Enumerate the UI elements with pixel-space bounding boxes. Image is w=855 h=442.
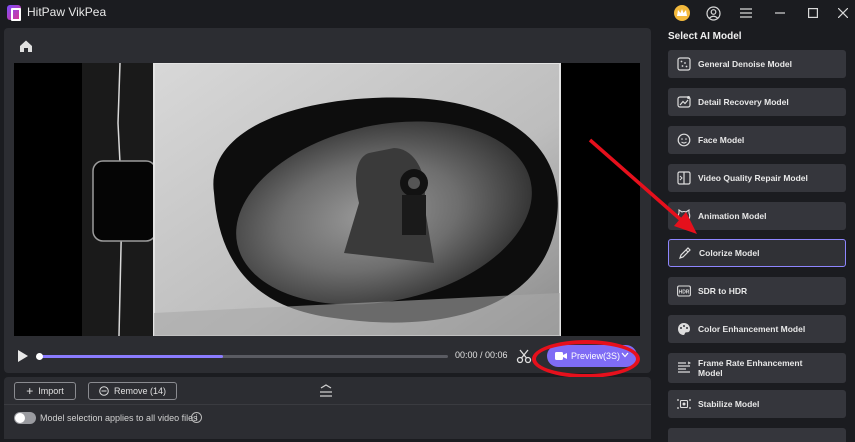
model-detail-recovery[interactable]: Detail Recovery Model: [668, 88, 846, 116]
model-frame-rate-enhancement[interactable]: Frame Rate Enhancement Model: [668, 353, 846, 383]
model-label: Detail Recovery Model: [698, 97, 789, 107]
app-logo-icon: [7, 5, 21, 21]
model-label: Frame Rate Enhancement Model: [698, 358, 803, 378]
preview-panel: 00:00 / 00:06 Preview(3S): [4, 28, 651, 373]
model-stabilize[interactable]: Stabilize Model: [668, 390, 846, 418]
model-animation[interactable]: Animation Model: [668, 202, 846, 230]
model-color-enhancement[interactable]: Color Enhancement Model: [668, 315, 846, 343]
remove-label: Remove (14): [113, 386, 167, 396]
palette-icon: [678, 323, 690, 335]
divider: [4, 404, 651, 405]
model-colorize[interactable]: Colorize Model: [668, 239, 846, 267]
plus-icon: +: [26, 384, 34, 398]
app-title: HitPaw VikPea: [27, 5, 107, 19]
sidebar-title: Select AI Model: [668, 31, 742, 42]
annotation-highlight-ellipse: [532, 340, 640, 378]
model-label: Stabilize Model: [698, 399, 760, 409]
apply-all-toggle[interactable]: [14, 412, 36, 424]
video-frame-image: [14, 63, 640, 336]
model-face[interactable]: Face Model: [668, 126, 846, 154]
detail-recovery-icon: [677, 96, 691, 108]
face-icon: [677, 133, 691, 147]
model-label: SDR to HDR: [698, 286, 748, 296]
progress-knob[interactable]: [36, 353, 43, 360]
premium-crown-icon[interactable]: [674, 5, 690, 21]
model-video-quality-repair[interactable]: Video Quality Repair Model: [668, 164, 846, 192]
model-label: General Denoise Model: [698, 59, 792, 69]
svg-text:HDR: HDR: [679, 289, 690, 295]
import-label: Import: [38, 386, 64, 396]
video-preview: [14, 63, 640, 336]
brush-icon: [679, 247, 691, 259]
denoise-icon: [677, 57, 691, 71]
file-list-panel: + Import Remove (14) Model selection app…: [4, 377, 651, 439]
model-label: Animation Model: [698, 211, 767, 221]
scissors-icon[interactable]: [516, 348, 532, 364]
frame-rate-icon: [678, 361, 691, 373]
stabilize-icon: [677, 399, 691, 409]
home-icon[interactable]: [18, 38, 34, 54]
account-icon[interactable]: [704, 4, 722, 22]
minimize-icon[interactable]: [771, 4, 789, 22]
model-label: Face Model: [698, 135, 745, 145]
import-button[interactable]: + Import: [14, 382, 76, 400]
model-general-denoise[interactable]: General Denoise Model: [668, 50, 846, 78]
close-icon[interactable]: [834, 4, 852, 22]
model-sidebar: Select AI Model General Denoise Model De…: [657, 26, 855, 442]
minus-circle-icon: [99, 386, 109, 396]
play-icon[interactable]: [16, 349, 30, 363]
remove-button[interactable]: Remove (14): [88, 382, 177, 400]
model-sdr-to-hdr[interactable]: HDR SDR to HDR: [668, 277, 846, 305]
model-more-partial[interactable]: [668, 428, 846, 442]
time-readout: 00:00 / 00:06: [455, 350, 508, 360]
progress-slider[interactable]: [36, 353, 448, 360]
hdr-icon: HDR: [677, 285, 691, 297]
progress-fill: [38, 355, 223, 358]
apply-all-label: Model selection applies to all video fil…: [40, 413, 198, 423]
info-icon[interactable]: i: [191, 412, 202, 423]
menu-icon[interactable]: [737, 4, 755, 22]
model-label: Video Quality Repair Model: [698, 173, 808, 183]
model-label: Color Enhancement Model: [698, 324, 806, 334]
title-bar: HitPaw VikPea: [0, 0, 855, 26]
animation-icon: [677, 209, 691, 222]
collapse-icon[interactable]: [318, 384, 334, 398]
model-label: Colorize Model: [699, 248, 760, 258]
video-repair-icon: [677, 171, 691, 185]
maximize-icon[interactable]: [804, 4, 822, 22]
